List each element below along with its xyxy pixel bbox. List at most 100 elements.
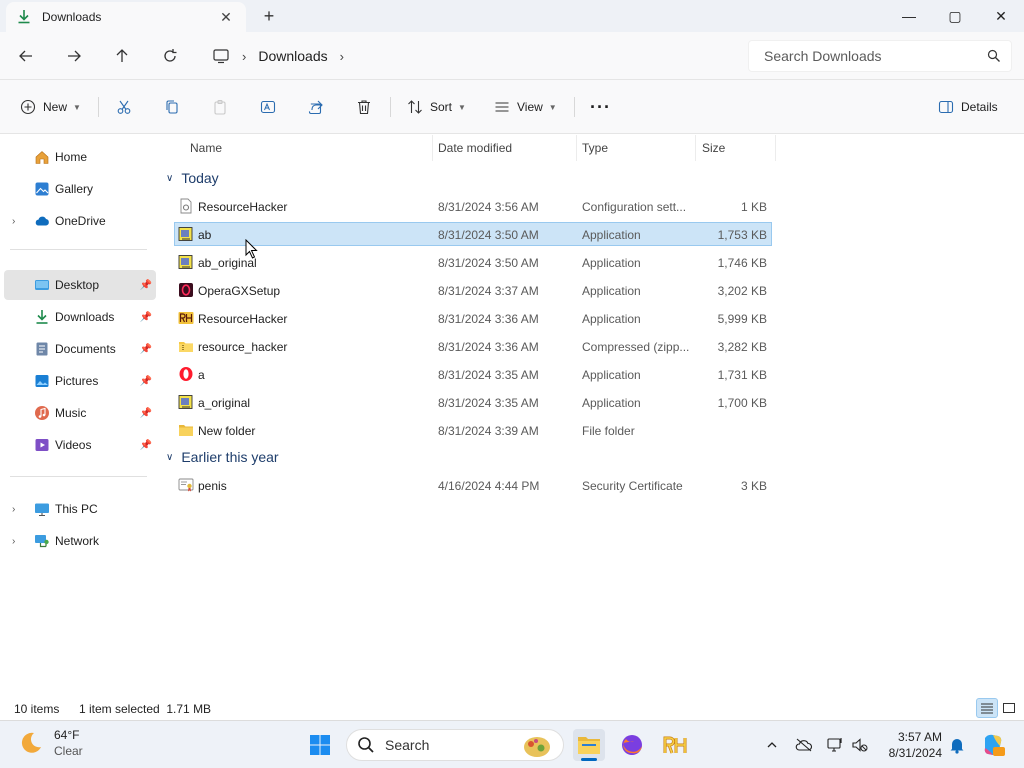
column-header-name[interactable]: Name [190,135,222,161]
certificate-icon [178,478,194,492]
details-view-icon [981,703,993,714]
file-type: Compressed (zipp... [582,340,690,354]
weather-widget[interactable]: 64°F Clear [18,727,83,759]
chevron-right-icon[interactable]: › [12,216,15,227]
cut-button[interactable] [116,93,132,121]
clock-time: 3:57 AM [897,730,942,744]
firefox-icon [622,735,642,755]
table-row[interactable]: ResourceHacker 8/31/2024 3:36 AM Applica… [174,306,772,330]
start-button[interactable] [304,729,336,761]
table-row[interactable]: penis 4/16/2024 4:44 PM Security Certifi… [174,473,772,497]
sidebar-item-home[interactable]: Home [4,142,156,172]
sidebar-item-downloads[interactable]: Downloads 📌 [4,302,156,332]
forward-button[interactable] [60,42,88,70]
sidebar-item-documents[interactable]: Documents 📌 [4,334,156,364]
chevron-right-icon[interactable]: › [12,536,15,547]
network-tray-icon[interactable] [826,735,846,755]
pin-icon[interactable]: 📌 [140,280,152,291]
table-row[interactable]: ResourceHacker 8/31/2024 3:56 AM Configu… [174,194,772,218]
column-header-type[interactable]: Type [582,135,608,161]
onedrive-tray-icon[interactable] [794,735,814,755]
column-header-size[interactable]: Size [702,135,725,161]
pin-icon[interactable]: 📌 [140,440,152,451]
details-pane-button[interactable]: Details [938,93,998,121]
taskbar: 64°F Clear Search 3:57 AM 8/31/2024 [0,720,1024,768]
table-row[interactable]: a 8/31/2024 3:35 AM Application 1,731 KB [174,362,772,386]
maximize-button[interactable]: ▢ [932,0,978,32]
details-view-toggle[interactable] [976,698,998,718]
chevron-right-icon[interactable]: › [340,49,344,64]
column-divider[interactable] [775,135,776,161]
breadcrumb-downloads[interactable]: Downloads [258,48,327,64]
sidebar-item-music[interactable]: Music 📌 [4,398,156,428]
table-row[interactable]: OperaGXSetup 8/31/2024 3:37 AM Applicati… [174,278,772,302]
breadcrumb[interactable]: › Downloads › [206,40,736,72]
monitor-icon[interactable] [212,48,230,64]
documents-icon [36,342,48,356]
search-input[interactable]: Search Downloads [748,40,1012,72]
paste-button[interactable] [212,93,228,121]
view-button[interactable]: View ▼ [494,93,557,121]
file-type: Application [582,312,641,326]
delete-button[interactable] [356,93,372,121]
chevron-up-icon [767,742,777,748]
config-file-icon [180,198,192,214]
chevron-right-icon[interactable]: › [242,49,246,64]
copy-button[interactable] [164,93,180,121]
taskbar-file-explorer[interactable] [573,729,605,761]
new-tab-button[interactable]: + [258,6,280,28]
column-divider[interactable] [432,135,433,161]
back-button[interactable] [12,42,40,70]
tiles-view-toggle[interactable] [998,698,1020,718]
sidebar-item-network[interactable]: › Network [4,526,156,556]
volume-tray-icon[interactable] [850,735,870,755]
taskbar-clock[interactable]: 3:57 AM 8/31/2024 [880,729,942,761]
column-divider[interactable] [576,135,577,161]
sidebar-item-onedrive[interactable]: › OneDrive [4,206,156,236]
file-type: Application [582,228,641,242]
tab-downloads[interactable]: Downloads ✕ [6,2,246,32]
table-row[interactable]: ab_original 8/31/2024 3:50 AM Applicatio… [174,250,772,274]
pin-icon[interactable]: 📌 [140,312,152,323]
up-button[interactable] [108,42,136,70]
minimize-button[interactable]: — [886,0,932,32]
table-row[interactable]: resource_hacker 8/31/2024 3:36 AM Compre… [174,334,772,358]
table-row[interactable]: a_original 8/31/2024 3:35 AM Application… [174,390,772,414]
column-divider[interactable] [695,135,696,161]
pin-icon[interactable]: 📌 [140,376,152,387]
sidebar-item-gallery[interactable]: Gallery [4,174,156,204]
group-header-earlier-this-year[interactable]: ∨ Earlier this year [166,445,279,469]
sidebar-item-label: OneDrive [55,214,106,228]
sidebar-item-desktop[interactable]: Desktop 📌 [4,270,156,300]
taskbar-resource-hacker[interactable] [660,729,692,761]
file-type: Application [582,368,641,382]
table-row[interactable]: New folder 8/31/2024 3:39 AM File folder [174,418,772,442]
sidebar-item-videos[interactable]: Videos 📌 [4,430,156,460]
sidebar-item-this-pc[interactable]: › This PC [4,494,156,524]
close-button[interactable]: ✕ [978,0,1024,32]
pin-icon[interactable]: 📌 [140,408,152,419]
pin-icon[interactable]: 📌 [140,344,152,355]
taskbar-search[interactable]: Search [346,729,564,761]
refresh-button[interactable] [156,42,184,70]
tab-close-icon[interactable]: ✕ [216,9,236,26]
search-icon [987,49,1000,62]
more-options-button[interactable]: ··· [590,93,611,121]
sidebar-item-pictures[interactable]: Pictures 📌 [4,366,156,396]
chevron-right-icon[interactable]: › [12,504,15,515]
sidebar-item-label: This PC [55,502,98,516]
taskbar-firefox[interactable] [616,729,648,761]
notifications-button[interactable] [947,735,967,755]
copilot-button[interactable] [980,732,1006,758]
new-button[interactable]: New ▼ [20,93,81,121]
show-hidden-icons-button[interactable] [762,735,782,755]
command-bar: New ▼ Sort ▼ View ▼ ··· Details [0,80,1024,134]
sort-button[interactable]: Sort ▼ [407,93,466,121]
sort-icon [408,100,422,114]
column-header-date[interactable]: Date modified [438,135,512,161]
group-header-today[interactable]: ∨ Today [166,166,219,190]
more-icon: ··· [590,96,611,117]
rename-button[interactable] [260,93,276,121]
share-button[interactable] [308,93,324,121]
table-row[interactable]: ab 8/31/2024 3:50 AM Application 1,753 K… [174,222,772,246]
